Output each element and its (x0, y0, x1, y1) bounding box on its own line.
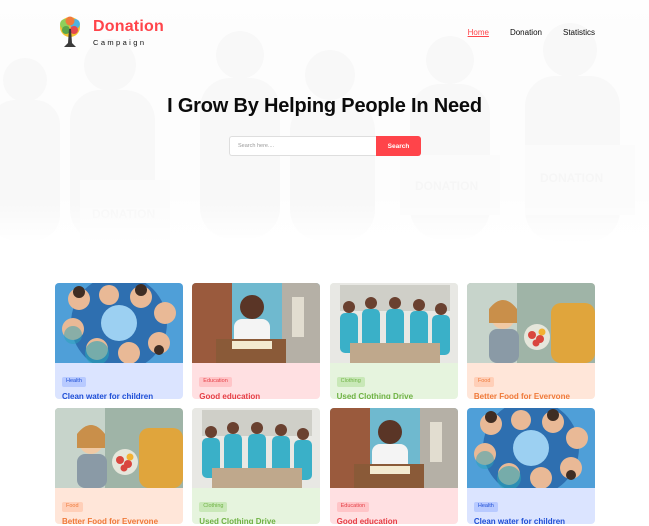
category-badge: Clothing (336, 377, 365, 387)
donation-card-title: Good education (199, 392, 261, 399)
hero-banner: DONATION DONATION DONATION Donation Camp… (0, 0, 649, 243)
donation-card-title: Better Food for Everyone (62, 517, 159, 524)
donation-card-title: Clean water for children (473, 517, 566, 524)
donation-card-photo (55, 408, 183, 488)
search-bar: Search (229, 136, 421, 156)
donation-card[interactable]: Food Better Food for Everyone (55, 408, 183, 524)
donation-card[interactable]: Health Clean water for children (55, 283, 183, 399)
donation-card-info: Clothing Used Clothing Drive (192, 488, 320, 524)
category-badge: Food (62, 502, 83, 512)
search-input[interactable] (229, 136, 376, 156)
donation-card-title: Used Clothing Drive (336, 392, 414, 399)
donation-card-photo (55, 283, 183, 363)
donation-card-info: Food Better Food for Everyone (467, 363, 595, 399)
brand-name: Donation (93, 18, 164, 35)
donation-card-photo (192, 283, 321, 363)
brand-logo-tree-icon (60, 16, 80, 47)
nav-link-home[interactable]: Home (468, 28, 489, 37)
donation-card-photo (329, 283, 458, 363)
donation-card-info: Clothing Used Clothing Drive (330, 363, 458, 399)
donation-card-info: Education Good education (192, 363, 320, 399)
main-nav: Home Donation Statistics (468, 28, 595, 37)
donation-card-photo (466, 283, 595, 363)
nav-link-donation[interactable]: Donation (510, 28, 542, 37)
donation-card[interactable]: Clothing Used Clothing Drive (329, 283, 458, 399)
donation-card-photo (329, 408, 458, 488)
category-badge: Health (473, 502, 498, 512)
donation-card-info: Food Better Food for Everyone (55, 488, 183, 524)
donation-card-info: Health Clean water for children (467, 488, 595, 524)
donation-card-info: Health Clean water for children (55, 363, 183, 399)
nav-link-statistics[interactable]: Statistics (563, 28, 595, 37)
hero-title: I Grow By Helping People In Need (167, 95, 482, 117)
category-badge: Food (473, 377, 495, 387)
brand-subtitle: Campaign (93, 38, 147, 47)
donation-card-title: Good education (336, 517, 398, 524)
donation-card[interactable]: Clothing Used Clothing Drive (192, 408, 321, 524)
donation-card-photo (192, 408, 321, 488)
donation-card-title: Clean water for children (62, 392, 154, 399)
donation-card-photo (466, 408, 595, 488)
donation-card[interactable]: Food Better Food for Everyone (466, 283, 595, 399)
search-button[interactable]: Search (376, 136, 421, 156)
donation-card[interactable]: Health Clean water for children (466, 408, 595, 524)
donation-card-title: Better Food for Everyone (473, 392, 570, 399)
donation-card[interactable]: Education Good education (329, 408, 458, 524)
donation-card-title: Used Clothing Drive (199, 517, 276, 524)
category-badge: Health (62, 377, 86, 387)
category-badge: Education (336, 502, 370, 512)
donation-card-info: Education Good education (330, 488, 458, 524)
donation-card[interactable]: Education Good education (192, 283, 321, 399)
category-badge: Education (199, 377, 232, 387)
donation-card-grid: Health Clean water for children Education… (55, 283, 595, 524)
category-badge: Clothing (199, 502, 228, 512)
